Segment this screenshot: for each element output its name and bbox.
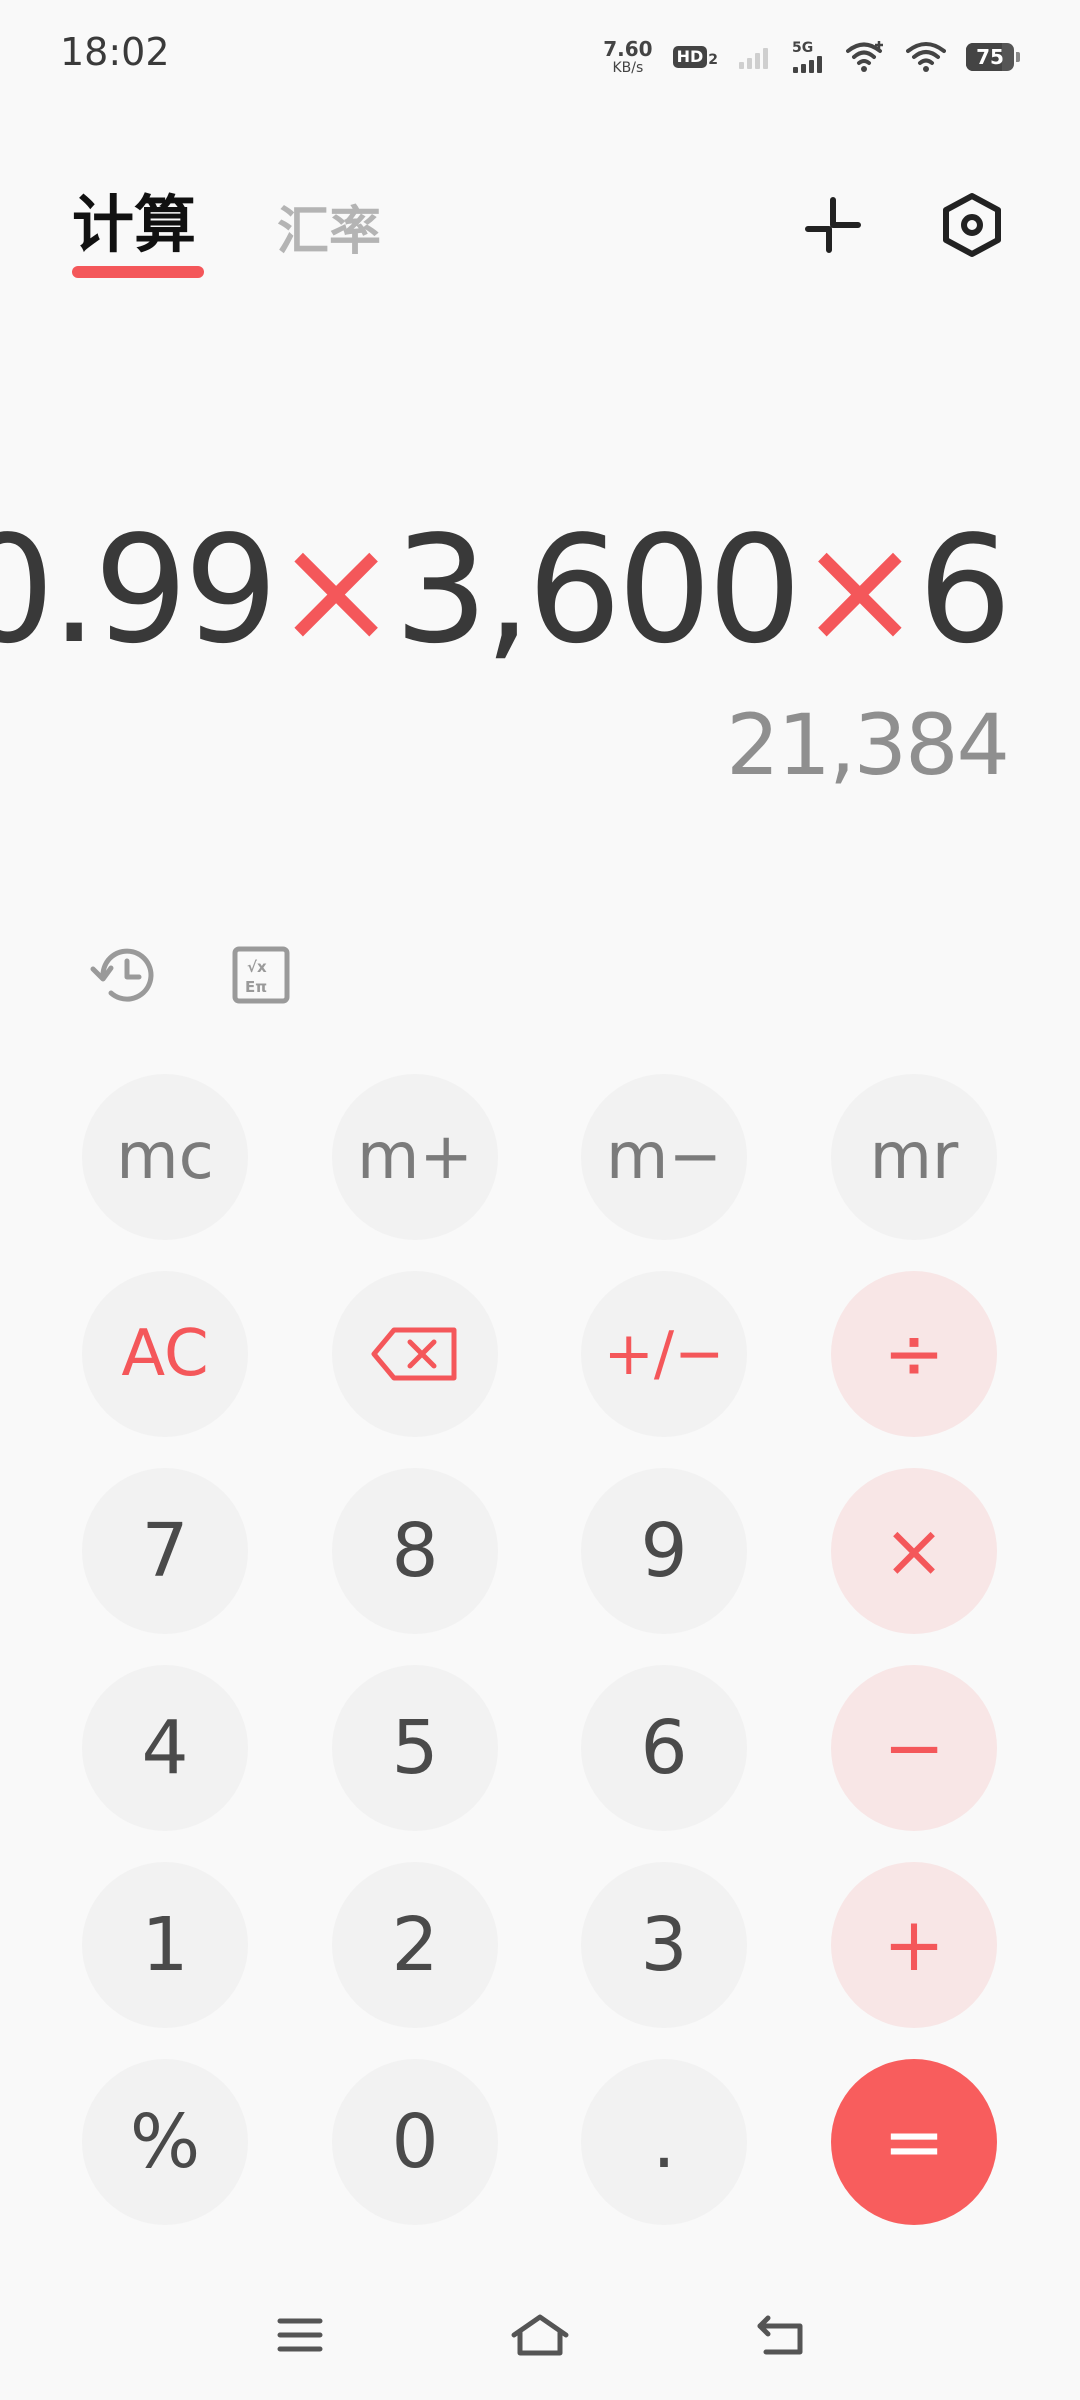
expression-operand: 6 xyxy=(917,504,1012,676)
digit-9-button[interactable]: 9 xyxy=(581,1468,747,1634)
minimize-corner-icon xyxy=(805,197,861,253)
digit-0-button[interactable]: 0 xyxy=(332,2059,498,2225)
digit-1-button[interactable]: 1 xyxy=(82,1862,248,2028)
expression-operator: × xyxy=(797,504,922,676)
subtract-button[interactable]: − xyxy=(831,1665,997,1831)
nav-menu-button[interactable] xyxy=(265,2300,335,2370)
decimal-point-button[interactable]: . xyxy=(581,2059,747,2225)
digit-2-button[interactable]: 2 xyxy=(332,1862,498,2028)
digit-3-button[interactable]: 3 xyxy=(581,1862,747,2028)
equals-button[interactable]: = xyxy=(831,2059,997,2225)
scientific-mode-button[interactable]: √x Eπ xyxy=(226,940,296,1010)
battery-level: 75 xyxy=(976,45,1004,69)
nav-home-button[interactable] xyxy=(505,2300,575,2370)
memory-clear-button[interactable]: mc xyxy=(82,1074,248,1240)
settings-button[interactable] xyxy=(937,190,1007,260)
back-icon xyxy=(757,2315,803,2355)
tab-calculator[interactable]: 计算 xyxy=(72,185,196,265)
hd-sub: 2 xyxy=(708,52,718,68)
digit-8-button[interactable]: 8 xyxy=(332,1468,498,1634)
plus-minus-button[interactable]: +/− xyxy=(581,1271,747,1437)
divide-button[interactable]: ÷ xyxy=(831,1271,997,1437)
signal-5g-icon: 5G xyxy=(792,41,826,73)
hd-voice-icon: HD 2 xyxy=(672,46,718,68)
multiply-button[interactable]: × xyxy=(831,1468,997,1634)
memory-subtract-button[interactable]: m− xyxy=(581,1074,747,1240)
status-bar: 18:02 7.60 KB/s HD 2 5G 75 xyxy=(0,0,1080,110)
expression-operand: 3,600 xyxy=(394,504,802,676)
battery-tip xyxy=(1016,52,1020,62)
home-icon xyxy=(511,2314,569,2356)
network-type: 5G xyxy=(792,40,814,56)
result-display: 21,384 xyxy=(726,696,1010,794)
scientific-mode-icon: √x Eπ xyxy=(232,946,290,1004)
battery-body: 75 xyxy=(966,43,1014,71)
tab-exchange-rate[interactable]: 汇率 xyxy=(277,192,381,272)
memory-add-button[interactable]: m+ xyxy=(332,1074,498,1240)
nav-back-button[interactable] xyxy=(745,2300,815,2370)
backspace-button[interactable] xyxy=(332,1271,498,1437)
history-icon xyxy=(90,948,154,1002)
status-time: 18:02 xyxy=(60,30,170,74)
expression-operator: × xyxy=(274,504,398,676)
history-button[interactable] xyxy=(88,940,158,1010)
digit-6-button[interactable]: 6 xyxy=(581,1665,747,1831)
digit-4-button[interactable]: 4 xyxy=(82,1665,248,1831)
network-speed-unit: KB/s xyxy=(612,60,644,76)
percent-button[interactable]: % xyxy=(82,2059,248,2225)
signal-bars-icon xyxy=(793,56,822,73)
hd-label: HD xyxy=(672,46,708,68)
digit-7-button[interactable]: 7 xyxy=(82,1468,248,1634)
backspace-icon xyxy=(371,1327,457,1381)
menu-icon xyxy=(277,2318,323,2352)
svg-text:Eπ: Eπ xyxy=(245,978,267,996)
network-speed: 7.60 KB/s xyxy=(603,39,652,75)
all-clear-button[interactable]: AC xyxy=(82,1271,248,1437)
add-button[interactable]: + xyxy=(831,1862,997,2028)
active-tab-indicator xyxy=(72,266,204,278)
svg-text:√x: √x xyxy=(247,958,267,976)
status-icons: 7.60 KB/s HD 2 5G 75 xyxy=(603,32,1020,82)
memory-recall-button[interactable]: mr xyxy=(831,1074,997,1240)
digit-5-button[interactable]: 5 xyxy=(332,1665,498,1831)
settings-hexagon-icon xyxy=(943,193,1001,257)
expression-display: 0.99×3,600×6 xyxy=(0,500,1012,680)
battery-icon: 75 xyxy=(966,43,1020,71)
signal-empty-icon xyxy=(739,48,768,69)
mini-window-button[interactable] xyxy=(798,190,868,260)
wifi-plus-icon xyxy=(846,41,883,72)
wifi-icon xyxy=(906,42,946,72)
network-speed-value: 7.60 xyxy=(603,37,653,61)
expression-operand: 0.99 xyxy=(0,504,278,676)
